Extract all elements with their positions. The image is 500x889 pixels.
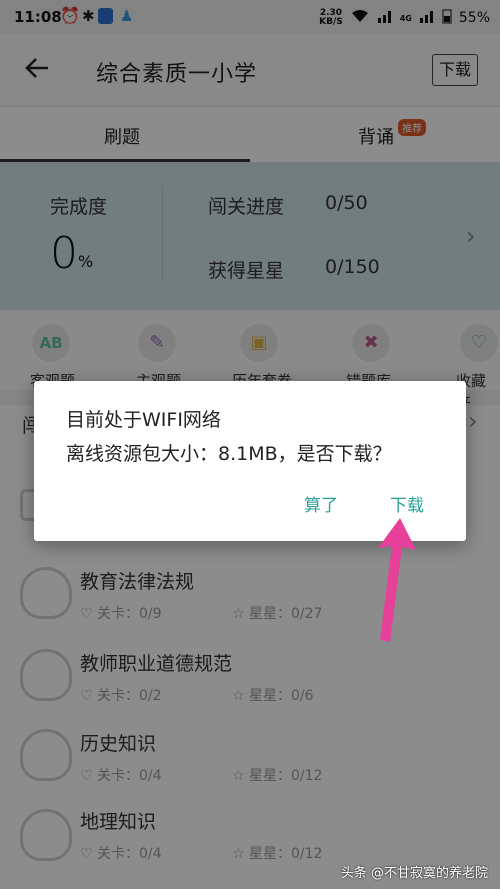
dialog-message-network: 目前处于WIFI网络 [66,409,221,431]
dialog-message-size: 离线资源包大小：8.1MB，是否下载？ [66,443,392,465]
dialog-cancel-button[interactable]: 算了 [304,491,338,516]
pointer-arrow-annotation [378,518,416,642]
watermark: 头条 @不甘寂寞的养老院 [340,866,488,881]
